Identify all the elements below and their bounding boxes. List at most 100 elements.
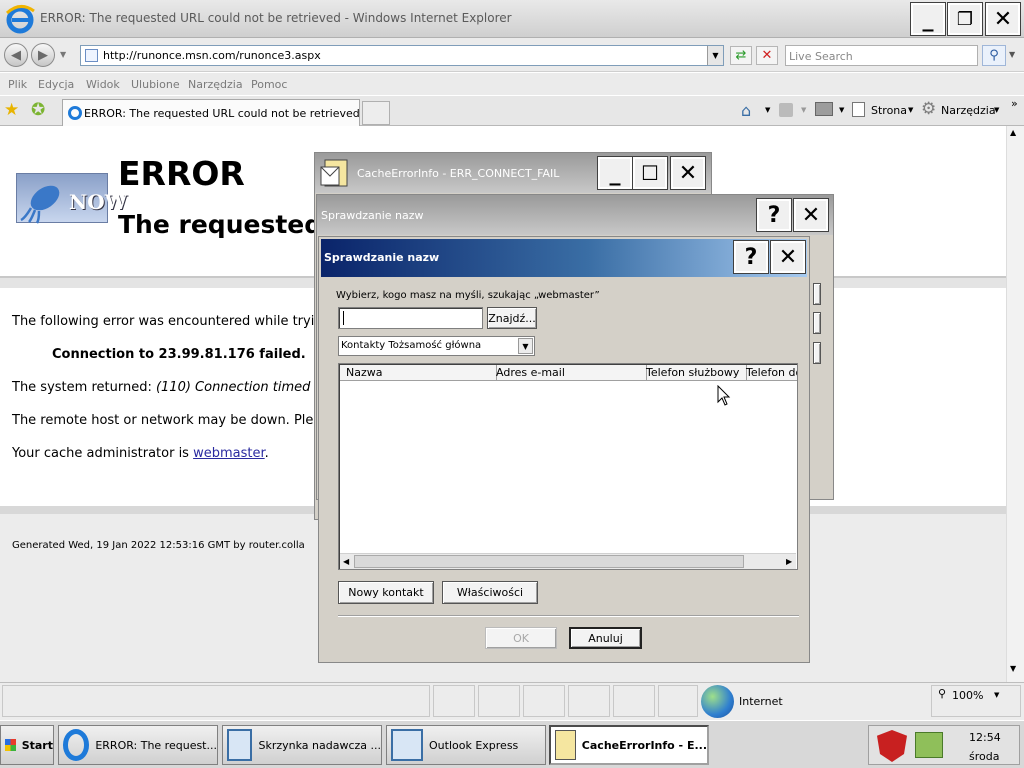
address-bar[interactable]: http://runonce.msn.com/runonce3.aspx ▼ xyxy=(80,45,724,66)
webmaster-link[interactable]: webmaster xyxy=(193,446,265,461)
chevron-more-icon[interactable]: » xyxy=(1011,97,1018,110)
taskbar-item-outlook[interactable]: Outlook Express xyxy=(386,725,546,765)
history-dropdown-icon[interactable]: ▼ xyxy=(60,50,66,59)
system-returned-text: The system returned: (110) Connection ti… xyxy=(12,380,331,395)
menu-plik[interactable]: Plik xyxy=(8,78,27,91)
address-book-select[interactable]: Kontakty Tożsamość główna ▼ xyxy=(338,336,535,356)
clock-day: środa xyxy=(969,750,1000,763)
check-names-back-button-1[interactable] xyxy=(813,283,821,305)
properties-button[interactable]: Właściwości xyxy=(442,581,538,604)
check-names-back-help-button[interactable]: ? xyxy=(756,198,792,232)
chevron-down-icon[interactable]: ▼ xyxy=(518,338,533,354)
tools-gear-icon[interactable]: ⚙ xyxy=(921,99,936,119)
search-icon[interactable]: ⚲ xyxy=(982,45,1006,66)
forward-button[interactable]: ▶ xyxy=(31,43,55,67)
system-returned-label: The system returned: xyxy=(12,380,156,395)
cacheerrorinfo-maximize-button[interactable]: ☐ xyxy=(632,156,668,190)
cancel-button[interactable]: Anuluj xyxy=(569,627,642,649)
scroll-down-arrow[interactable]: ▼ xyxy=(1010,664,1016,673)
ok-button[interactable]: OK xyxy=(485,627,557,649)
column-header-email[interactable]: Adres e-mail xyxy=(490,365,647,381)
check-names-back-button-3[interactable] xyxy=(813,342,821,364)
check-names-help-button[interactable]: ? xyxy=(733,240,769,274)
page-menu-dropdown-icon[interactable]: ▼ xyxy=(908,106,913,114)
text-cursor xyxy=(343,311,344,325)
check-names-back-button-2[interactable] xyxy=(813,312,821,334)
status-pane-5 xyxy=(613,685,655,717)
taskbar-item-outbox-label: Skrzynka nadawcza ... xyxy=(258,738,381,752)
cacheerrorinfo-close-button[interactable]: ✕ xyxy=(670,156,706,190)
favorites-star-icon[interactable]: ★ xyxy=(4,100,19,120)
taskbar-item-ie[interactable]: ERROR: The request... xyxy=(58,725,218,765)
column-header-name[interactable]: Nazwa xyxy=(340,365,497,381)
horizontal-scrollbar[interactable]: ◀ ▶ xyxy=(340,553,796,569)
connection-failed-text: Connection to 23.99.81.176 failed. xyxy=(52,347,306,362)
menu-pomoc[interactable]: Pomoc xyxy=(251,78,287,91)
restore-button[interactable]: ❐ xyxy=(947,2,983,36)
scroll-up-arrow[interactable]: ▲ xyxy=(1010,128,1016,137)
close-button[interactable]: ✕ xyxy=(985,2,1021,36)
rss-dropdown-icon[interactable]: ▼ xyxy=(801,106,806,114)
scroll-left-arrow[interactable]: ◀ xyxy=(343,557,349,566)
check-names-search-input[interactable] xyxy=(338,307,483,329)
cache-admin-text: Your cache administrator is webmaster. xyxy=(12,446,269,461)
stop-icon[interactable]: ✕ xyxy=(756,46,778,65)
tab-active[interactable]: ERROR: The requested URL could not be re… xyxy=(62,99,360,126)
taskbar-item-outbox[interactable]: Skrzynka nadawcza ... xyxy=(222,725,382,765)
zoom-dropdown-icon[interactable]: ▼ xyxy=(994,691,999,699)
menu-bar: Plik Edycja Widok Ulubione Narzędzia Pom… xyxy=(0,73,1024,95)
status-pane-3 xyxy=(523,685,565,717)
network-icon[interactable] xyxy=(915,732,943,758)
new-contact-button[interactable]: Nowy kontakt xyxy=(338,581,434,604)
column-header-home-phone[interactable]: Telefon do xyxy=(740,365,797,381)
menu-edycja[interactable]: Edycja xyxy=(38,78,74,91)
address-input[interactable]: http://runonce.msn.com/runonce3.aspx xyxy=(103,49,321,62)
tab-ie-icon xyxy=(68,106,82,120)
column-header-work-phone[interactable]: Telefon służbowy xyxy=(640,365,747,381)
check-names-title: Sprawdzanie nazw xyxy=(324,251,440,264)
cacheerrorinfo-minimize-button[interactable]: _ xyxy=(597,156,633,190)
back-button[interactable]: ◀ xyxy=(4,43,28,67)
status-pane-4 xyxy=(568,685,610,717)
vertical-scrollbar[interactable]: ▲ ▼ xyxy=(1006,126,1024,682)
new-tab-button[interactable] xyxy=(362,101,390,125)
page-menu-icon[interactable] xyxy=(852,102,865,117)
refresh-icon[interactable]: ⇄ xyxy=(730,46,752,65)
scroll-right-arrow[interactable]: ▶ xyxy=(786,557,792,566)
search-input[interactable]: Live Search xyxy=(785,45,978,66)
find-button[interactable]: Znajdź... xyxy=(487,307,537,329)
start-button[interactable]: Start xyxy=(0,725,54,765)
print-dropdown-icon[interactable]: ▼ xyxy=(839,106,844,114)
home-dropdown-icon[interactable]: ▼ xyxy=(765,106,770,114)
cache-admin-label: Your cache administrator is xyxy=(12,446,194,461)
zoom-pane[interactable]: ⚲ 100% ▼ xyxy=(931,685,1021,717)
security-shield-icon[interactable] xyxy=(877,730,907,762)
cacheerrorinfo-title: CacheErrorInfo - ERR_CONNECT_FAIL xyxy=(357,167,560,180)
tools-menu-label[interactable]: Narzędzia xyxy=(941,104,996,117)
print-icon[interactable] xyxy=(815,102,833,116)
outbox-icon xyxy=(227,729,253,761)
menu-narzedzia[interactable]: Narzędzia xyxy=(188,78,243,91)
page-menu-label[interactable]: Strona xyxy=(871,104,907,117)
taskbar-item-outlook-label: Outlook Express xyxy=(429,738,519,752)
system-tray: 12:54 środa xyxy=(868,725,1020,765)
menu-ulubione[interactable]: Ulubione xyxy=(131,78,180,91)
scroll-thumb[interactable] xyxy=(354,555,744,568)
taskbar-item-cacheerrorinfo[interactable]: CacheErrorInfo - E... xyxy=(549,725,709,765)
minimize-button[interactable]: _ xyxy=(910,2,946,36)
internet-zone-label: Internet xyxy=(739,695,783,708)
home-icon[interactable]: ⌂ xyxy=(741,101,751,120)
search-options-icon[interactable]: ▼ xyxy=(1009,50,1015,59)
outlook-envelope-icon xyxy=(555,730,576,760)
add-favorite-icon[interactable]: ✪ xyxy=(31,100,45,120)
rss-icon[interactable] xyxy=(779,103,793,117)
globe-icon xyxy=(701,685,734,718)
check-names-close-button[interactable]: ✕ xyxy=(770,240,806,274)
tools-dropdown-icon[interactable]: ▼ xyxy=(994,106,999,114)
error-line: The following error was encountered whil… xyxy=(12,314,323,329)
status-pane-2 xyxy=(478,685,520,717)
menu-widok[interactable]: Widok xyxy=(86,78,120,91)
address-dropdown-icon[interactable]: ▼ xyxy=(707,46,723,65)
status-pane-1 xyxy=(433,685,475,717)
check-names-back-close-button[interactable]: ✕ xyxy=(793,198,829,232)
